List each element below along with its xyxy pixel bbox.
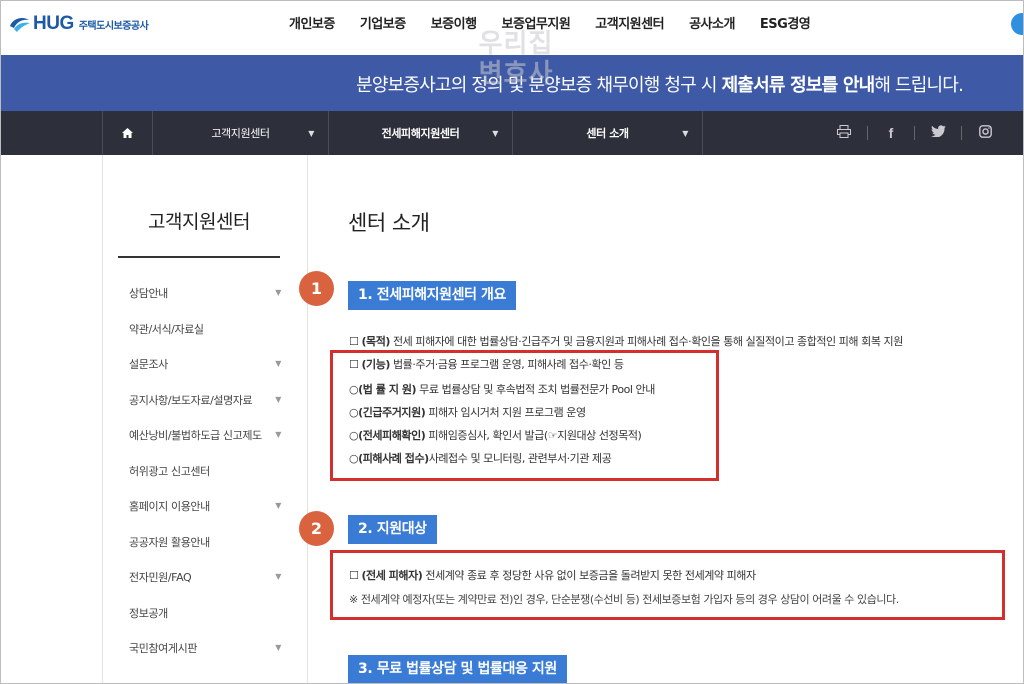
- instagram-icon[interactable]: [962, 124, 1008, 142]
- main-content: 센터 소개 1 1. 전세피해지원센터 개요 ☐ (목적) 전세 피해자에 대한…: [299, 155, 1023, 683]
- purpose-text: 전세 피해자에 대한 법률상담·긴급주거 및 금융지원과 피해사례 접수·확인을…: [389, 335, 903, 348]
- sidebar-item-e-petition-faq[interactable]: 전자민원/FAQ ▼: [129, 569, 289, 605]
- gnb-corporate-guarantee[interactable]: 기업보증: [360, 13, 406, 32]
- sidebar-item-terms-forms[interactable]: 약관/서식/자료실: [129, 321, 289, 357]
- home-icon: [122, 128, 133, 138]
- sidebar-item-site-guide[interactable]: 홈페이지 이용안내 ▼: [129, 498, 289, 534]
- section-heading-legal-support: 3. 무료 법률상담 및 법률대응 지원: [348, 655, 567, 683]
- function-item-text: 피해임증심사, 확인서 발급(☞지원대상 선정목적): [425, 429, 642, 442]
- watermark-line1: 우리집: [478, 29, 554, 59]
- sidebar-item-consultation[interactable]: 상담안내 ▼: [129, 285, 289, 321]
- watermark: 우리집 변호사: [461, 29, 571, 89]
- gnb-about[interactable]: 공사소개: [689, 13, 735, 32]
- gnb-personal-guarantee[interactable]: 개인보증: [289, 13, 335, 32]
- watermark-line2: 변호사: [478, 59, 554, 89]
- caret-down-icon: ▼: [308, 128, 314, 138]
- sidebar-item-label: 상담안내: [129, 287, 168, 300]
- highlight-box-eligibility: [330, 550, 1005, 620]
- banner-text: 분양보증사고의 정의 및 분양보증 채무이행 청구 시 제출서류 정보를 안내해…: [356, 71, 964, 97]
- sidebar-item-public-resources[interactable]: 공공자원 활용안내: [129, 534, 289, 570]
- function-item-text: 사례접수 및 모니터링, 관련부서·기관 제공: [428, 452, 612, 465]
- sidebar-item-label: 공지사항/보도자료/설명자료: [129, 393, 253, 407]
- caret-down-icon: ▼: [275, 359, 281, 368]
- sidebar-item-label: 홈페이지 이용안내: [129, 500, 210, 513]
- target-line: ☐ (전세 피해자) 전세계약 종료 후 정당한 사유 없이 보증금을 돌려받지…: [349, 569, 756, 582]
- sidebar-item-label: 예산낭비/불법하도급 신고제도: [129, 429, 262, 442]
- hug-logo[interactable]: HUG 주택도시보증공사: [9, 13, 149, 35]
- sidebar-item-label: 약관/서식/자료실: [129, 322, 204, 336]
- caret-down-icon: ▼: [275, 288, 281, 297]
- sidebar-item-info-disclosure[interactable]: 정보공개: [129, 605, 289, 641]
- purpose-label: (목적): [361, 335, 390, 348]
- twitter-icon[interactable]: [915, 125, 961, 141]
- function-label: (기능): [361, 358, 390, 371]
- logo-mark-icon: [9, 16, 31, 32]
- share-icons: f: [821, 111, 1008, 155]
- sidebar-item-survey[interactable]: 설문조사 ▼: [129, 356, 289, 392]
- target-text: 전세계약 종료 후 정당한 사유 없이 보증금을 돌려받지 못한 전세계약 피해…: [422, 569, 756, 582]
- purpose-line: ☐ (목적) 전세 피해자에 대한 법률상담·긴급주거 및 금융지원과 피해사례…: [349, 335, 903, 348]
- caret-down-icon: ▼: [275, 394, 281, 404]
- sidebar-item-label: 설문조사: [129, 358, 168, 371]
- function-item-label: (전세피해확인): [358, 429, 426, 442]
- caret-down-icon: ▼: [275, 572, 281, 581]
- callout-number-1: 1: [299, 271, 334, 306]
- caret-down-icon: ▼: [275, 430, 281, 439]
- page-frame: HUG 주택도시보증공사 개인보증 기업보증 보증이행 보증업무지원 고객지원센…: [0, 0, 1024, 684]
- breadcrumb-level1-label: 고객지원센터: [211, 127, 270, 140]
- sidebar-item-budget-report[interactable]: 예산낭비/불법하도급 신고제도 ▼: [129, 427, 289, 463]
- function-item-label: (법 률 지 원): [358, 383, 417, 396]
- sidebar-title: 고객지원센터: [148, 211, 250, 233]
- breadcrumb-level3-label: 센터 소개: [586, 127, 629, 140]
- function-text: 법률·주거·금융 프로그램 운영, 피해사례 접수·확인 등: [389, 358, 624, 371]
- target-label: (전세 피해자): [361, 569, 423, 582]
- logo-brand: HUG: [33, 13, 74, 34]
- function-item: ○(긴급주거지원) 피해자 임시거처 지원 프로그램 운영: [349, 406, 586, 419]
- function-item: ○(피해사례 접수)사례접수 및 모니터링, 관련부서·기관 제공: [349, 452, 612, 465]
- section-heading-eligibility: 2. 지원대상: [348, 515, 437, 544]
- eligibility-note: ※ 전세계약 예정자(또는 계약만료 전)인 경우, 단순분쟁(수선비 등) 전…: [349, 591, 899, 607]
- logo-subtitle: 주택도시보증공사: [78, 20, 149, 32]
- sidebar-item-label: 전자민원/FAQ: [129, 571, 192, 584]
- function-line: ☐ (기능) 법률·주거·금융 프로그램 운영, 피해사례 접수·확인 등: [349, 358, 624, 371]
- function-item-text: 무료 법률상담 및 후속법적 조치 법률전문가 Pool 안내: [416, 383, 655, 396]
- sidebar-item-label: 허위광고 신고센터: [129, 464, 210, 478]
- sidebar-divider: [118, 256, 280, 258]
- sidebar-item-label: 공공자원 활용안내: [129, 535, 210, 549]
- caret-down-icon: ▼: [492, 128, 498, 138]
- sidebar-menu: 상담안내 ▼ 약관/서식/자료실 설문조사 ▼ 공지사항/보도자료/설명자료 ▼ 예산…: [129, 285, 289, 676]
- breadcrumb-level3-dropdown[interactable]: 센터 소개 ▼: [512, 111, 703, 155]
- caret-down-icon: ▼: [275, 643, 281, 652]
- function-item-label: (긴급주거지원): [358, 406, 426, 419]
- eligibility-note-text: ※ 전세계약 예정자(또는 계약만료 전)인 경우, 단순분쟁(수선비 등) 전…: [349, 593, 899, 606]
- callout-number-2: 2: [299, 511, 334, 546]
- sidebar-item-label: 국민참여게시판: [129, 642, 198, 655]
- caret-down-icon: ▼: [682, 128, 688, 138]
- sub-navigation: 고객지원센터 ▼ 전세피해지원센터 ▼ 센터 소개 ▼ f: [1, 111, 1023, 155]
- sidebar-item-notices[interactable]: 공지사항/보도자료/설명자료 ▼: [129, 392, 289, 428]
- home-button[interactable]: [102, 111, 152, 155]
- breadcrumb-level1-dropdown[interactable]: 고객지원센터 ▼: [152, 111, 328, 155]
- banner-text-post: 해 드립니다.: [874, 75, 963, 96]
- function-item: ○(전세피해확인) 피해임증심사, 확인서 발급(☞지원대상 선정목적): [349, 429, 642, 442]
- gnb-esg[interactable]: ESG경영: [760, 13, 811, 32]
- page-title: 센터 소개: [348, 211, 430, 235]
- breadcrumb-level2-dropdown[interactable]: 전세피해지원센터 ▼: [328, 111, 512, 155]
- breadcrumb-level2-label: 전세피해지원센터: [381, 127, 460, 140]
- function-item: ○(법 률 지 원) 무료 법률상담 및 후속법적 조치 법률전문가 Pool …: [349, 383, 655, 396]
- gnb-customer-center[interactable]: 고객지원센터: [595, 13, 664, 32]
- sidebar-item-public-board[interactable]: 국민참여게시판 ▼: [129, 640, 289, 676]
- function-item-text: 피해자 임시거처 지원 프로그램 운영: [425, 406, 586, 419]
- menu-toggle-icon[interactable]: [1011, 13, 1023, 35]
- sidebar-item-label: 정보공개: [129, 606, 168, 620]
- caret-down-icon: ▼: [275, 501, 281, 510]
- sidebar-item-false-ad-report[interactable]: 허위광고 신고센터: [129, 463, 289, 499]
- left-sidebar: 고객지원센터 상담안내 ▼ 약관/서식/자료실 설문조사 ▼ 공지사항/보도자료/설…: [102, 155, 308, 683]
- banner-text-bold: 제출서류 정보를 안내: [721, 75, 876, 96]
- facebook-icon[interactable]: f: [868, 125, 914, 141]
- function-item-label: (피해사례 접수): [358, 452, 429, 465]
- section-heading-overview: 1. 전세피해지원센터 개요: [348, 281, 517, 310]
- print-icon[interactable]: [821, 124, 867, 142]
